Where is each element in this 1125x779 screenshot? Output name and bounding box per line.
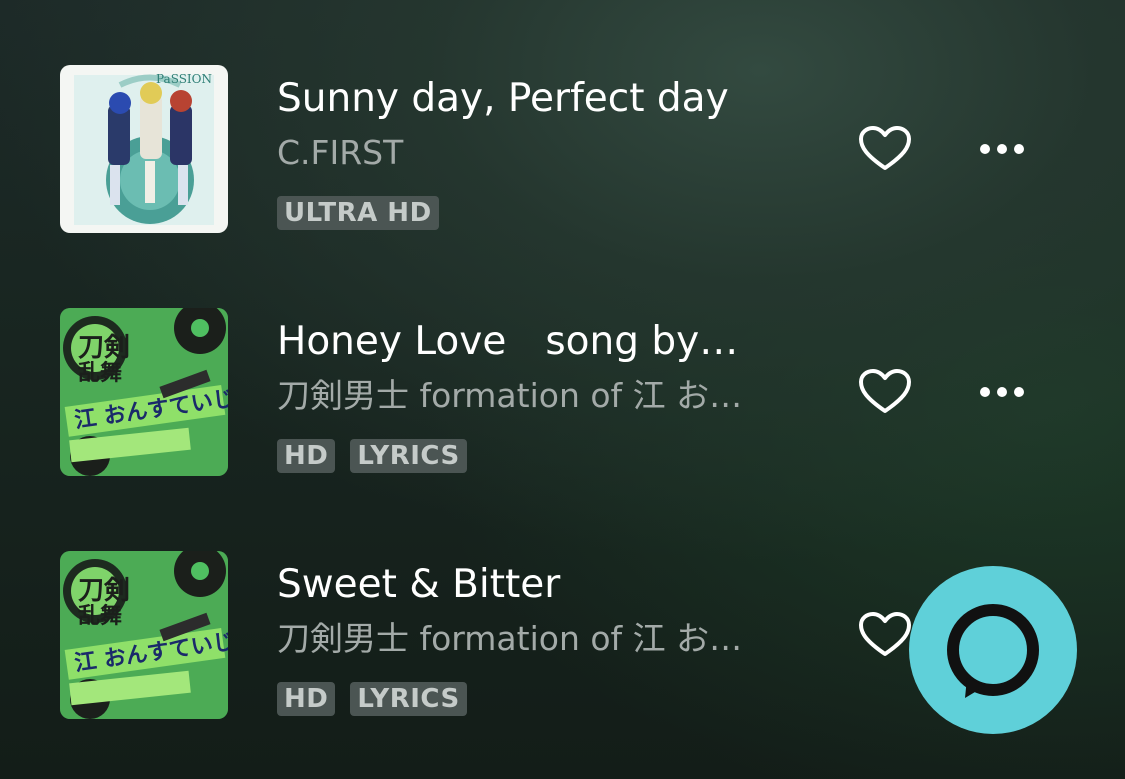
alexa-button[interactable]: [909, 566, 1077, 734]
track-title: Honey Love song by…: [277, 319, 739, 364]
svg-text:刀剣: 刀剣: [78, 576, 130, 606]
svg-text:刀剣: 刀剣: [78, 333, 130, 363]
svg-text:乱舞: 乱舞: [78, 360, 122, 386]
hd-badge: HD: [277, 439, 336, 473]
heart-outline-icon[interactable]: [858, 125, 912, 173]
svg-text:PaSSION: PaSSION: [156, 72, 212, 86]
ultra-hd-badge: ULTRA HD: [277, 196, 439, 230]
heart-outline-icon[interactable]: [858, 611, 912, 659]
quality-badges: ULTRA HD: [277, 196, 439, 230]
album-art[interactable]: 刀剣 乱舞 江 おんすていじ: [60, 551, 228, 719]
quality-badges: HD LYRICS: [277, 682, 467, 716]
alexa-ring-icon: [947, 604, 1039, 698]
heart-outline-icon[interactable]: [858, 368, 912, 416]
lyrics-badge: LYRICS: [350, 682, 467, 716]
lyrics-badge: LYRICS: [350, 439, 467, 473]
more-horizontal-icon[interactable]: [972, 378, 1032, 406]
track-artist[interactable]: C.FIRST: [277, 131, 403, 175]
track-row[interactable]: 刀剣 乱舞 江 おんすていじ Honey Love song by… 刀剣男士 …: [0, 308, 1125, 478]
quality-badges: HD LYRICS: [277, 439, 467, 473]
album-art[interactable]: 刀剣 乱舞 江 おんすていじ: [60, 308, 228, 476]
more-horizontal-icon[interactable]: [972, 135, 1032, 163]
track-artist[interactable]: 刀剣男士 formation of 江 お…: [277, 374, 742, 418]
track-row[interactable]: PaSSION Sunny day, Perfect day C.FIRST U…: [0, 65, 1125, 235]
hd-badge: HD: [277, 682, 336, 716]
track-artist[interactable]: 刀剣男士 formation of 江 お…: [277, 617, 742, 661]
track-title: Sweet & Bitter: [277, 562, 561, 607]
album-art[interactable]: PaSSION: [60, 65, 228, 233]
svg-text:乱舞: 乱舞: [78, 603, 122, 629]
track-title: Sunny day, Perfect day: [277, 76, 729, 121]
